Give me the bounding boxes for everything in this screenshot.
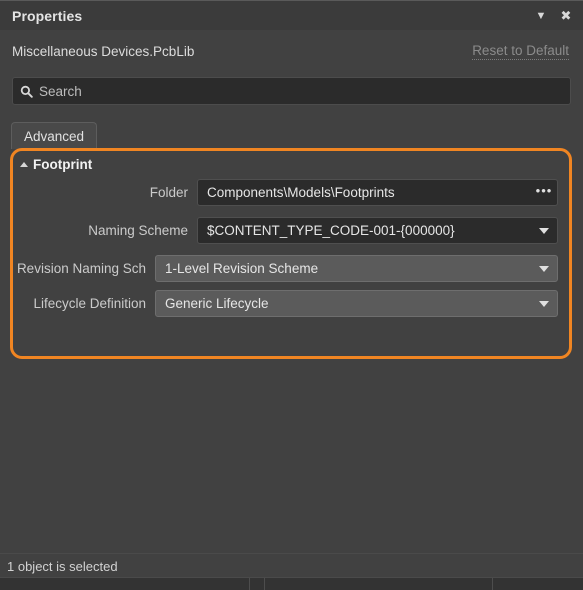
reset-to-default-link[interactable]: Reset to Default xyxy=(472,43,569,60)
collapse-triangle-icon[interactable] xyxy=(20,162,28,167)
search-icon xyxy=(13,85,39,98)
panel-subheader: Miscellaneous Devices.PcbLib Reset to De… xyxy=(0,30,583,72)
field-row-revision-naming-scheme: Revision Naming Sch 1-Level Revision Sch… xyxy=(13,255,569,282)
close-icon[interactable]: ✖ xyxy=(555,5,577,27)
chevron-down-icon[interactable]: ▼ xyxy=(530,5,552,27)
naming-scheme-value: $CONTENT_TYPE_CODE-001-{000000} xyxy=(207,223,455,238)
revision-naming-scheme-label: Revision Naming Sch xyxy=(16,261,146,276)
folder-label: Folder xyxy=(149,185,188,200)
caret-down-icon[interactable] xyxy=(531,227,557,234)
lifecycle-definition-value: Generic Lifecycle xyxy=(165,296,269,311)
footprint-section-header[interactable]: Footprint xyxy=(13,151,569,178)
revision-naming-scheme-dropdown[interactable]: 1-Level Revision Scheme xyxy=(155,255,558,282)
folder-field[interactable]: Components\Models\Footprints ••• xyxy=(197,179,558,206)
strip-divider xyxy=(264,578,265,590)
bottom-strip xyxy=(0,577,583,590)
field-row-lifecycle-definition: Lifecycle Definition Generic Lifecycle xyxy=(13,290,569,317)
field-row-folder: Folder Components\Models\Footprints ••• xyxy=(13,179,569,206)
panel-title: Properties xyxy=(12,7,83,24)
search-bar[interactable] xyxy=(12,77,571,105)
titlebar-actions: ▼ ✖ xyxy=(530,5,577,27)
status-text: 1 object is selected xyxy=(7,558,118,574)
tabstrip: Advanced xyxy=(0,122,583,149)
caret-down-icon[interactable] xyxy=(531,265,557,272)
revision-naming-scheme-value: 1-Level Revision Scheme xyxy=(165,261,319,276)
strip-divider xyxy=(492,578,493,590)
field-row-naming-scheme: Naming Scheme $CONTENT_TYPE_CODE-001-{00… xyxy=(13,217,569,244)
naming-scheme-label: Naming Scheme xyxy=(88,223,188,238)
document-name: Miscellaneous Devices.PcbLib xyxy=(12,43,195,59)
section-title: Footprint xyxy=(33,157,93,172)
search-input[interactable] xyxy=(39,78,570,104)
footprint-section: Footprint Folder Components\Models\Footp… xyxy=(10,148,572,359)
statusbar: 1 object is selected xyxy=(0,553,583,578)
lifecycle-definition-label: Lifecycle Definition xyxy=(33,296,146,311)
strip-divider xyxy=(249,578,250,590)
ellipsis-icon[interactable]: ••• xyxy=(531,184,557,199)
naming-scheme-dropdown[interactable]: $CONTENT_TYPE_CODE-001-{000000} xyxy=(197,217,558,244)
caret-down-icon[interactable] xyxy=(531,300,557,307)
panel-titlebar: Properties ▼ ✖ xyxy=(0,0,583,30)
lifecycle-definition-dropdown[interactable]: Generic Lifecycle xyxy=(155,290,558,317)
tab-advanced[interactable]: Advanced xyxy=(11,122,98,149)
properties-panel: Properties ▼ ✖ Miscellaneous Devices.Pcb… xyxy=(0,0,583,590)
folder-value: Components\Models\Footprints xyxy=(207,185,395,200)
